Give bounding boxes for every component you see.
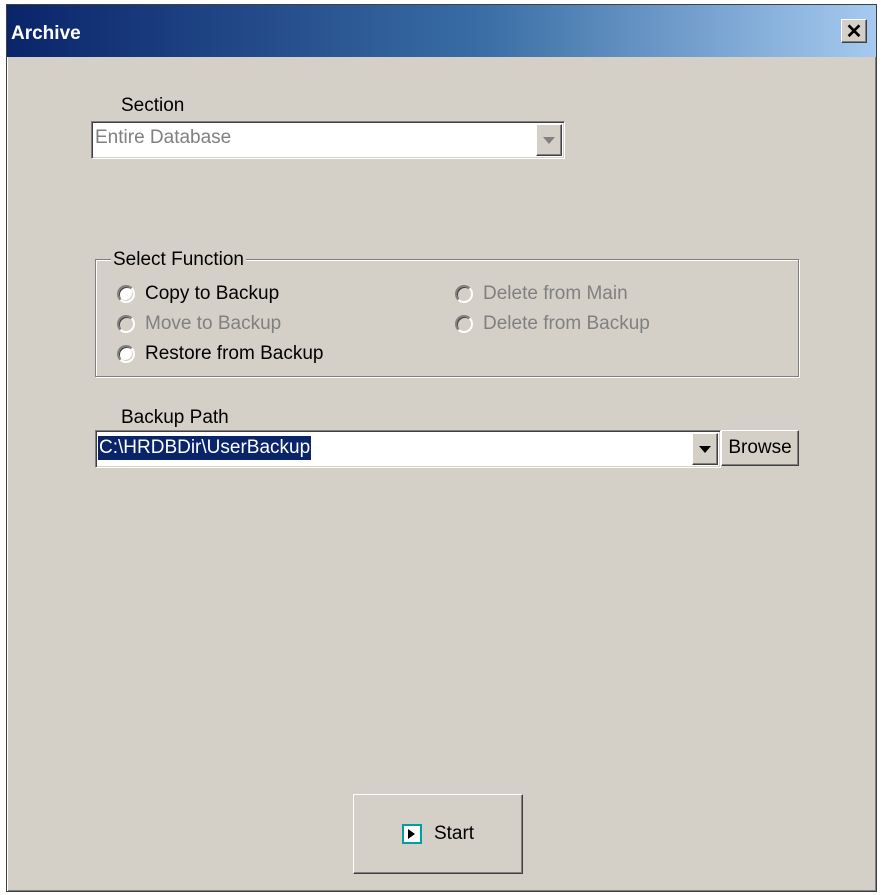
radio-button[interactable] bbox=[117, 345, 135, 363]
radio-delete-from-main[interactable]: Delete from Main bbox=[455, 283, 628, 305]
chevron-down-icon bbox=[699, 445, 711, 453]
play-icon bbox=[401, 824, 422, 844]
radio-label: Move to Backup bbox=[145, 313, 282, 334]
backup-path-label: Backup Path bbox=[121, 407, 229, 428]
start-button[interactable]: Start bbox=[353, 794, 523, 874]
section-value: Entire Database bbox=[95, 127, 232, 148]
select-function-legend: Select Function bbox=[111, 249, 246, 271]
window-title: Archive bbox=[11, 23, 81, 44]
radio-label: Restore from Backup bbox=[145, 343, 324, 364]
close-icon: ✕ bbox=[845, 20, 863, 43]
radio-label: Copy to Backup bbox=[145, 283, 280, 304]
backup-path-combo[interactable]: C:\HRDBDir\UserBackup bbox=[95, 430, 721, 468]
radio-move-to-backup[interactable]: Move to Backup bbox=[117, 313, 281, 335]
radio-button[interactable] bbox=[117, 285, 135, 303]
section-dropdown[interactable]: Entire Database bbox=[91, 121, 565, 159]
chevron-down-icon bbox=[543, 136, 555, 144]
backup-path-value[interactable]: C:\HRDBDir\UserBackup bbox=[98, 436, 312, 460]
radio-button[interactable] bbox=[455, 285, 473, 303]
radio-button[interactable] bbox=[117, 315, 135, 333]
backup-path-dropdown-button[interactable] bbox=[692, 433, 718, 465]
radio-delete-from-backup[interactable]: Delete from Backup bbox=[455, 313, 650, 335]
start-label: Start bbox=[433, 823, 475, 844]
radio-label: Delete from Backup bbox=[483, 313, 650, 334]
section-label: Section bbox=[121, 95, 185, 116]
radio-restore-from-backup[interactable]: Restore from Backup bbox=[117, 343, 323, 365]
radio-label: Delete from Main bbox=[483, 283, 628, 304]
radio-copy-to-backup[interactable]: Copy to Backup bbox=[117, 283, 279, 305]
title-bar: Archive ✕ bbox=[7, 5, 876, 57]
archive-dialog: Archive ✕ Section Entire Database Select… bbox=[6, 4, 877, 892]
browse-button[interactable]: Browse bbox=[721, 430, 799, 466]
radio-button[interactable] bbox=[455, 315, 473, 333]
close-button[interactable]: ✕ bbox=[841, 19, 867, 43]
section-dropdown-button[interactable] bbox=[536, 124, 562, 156]
